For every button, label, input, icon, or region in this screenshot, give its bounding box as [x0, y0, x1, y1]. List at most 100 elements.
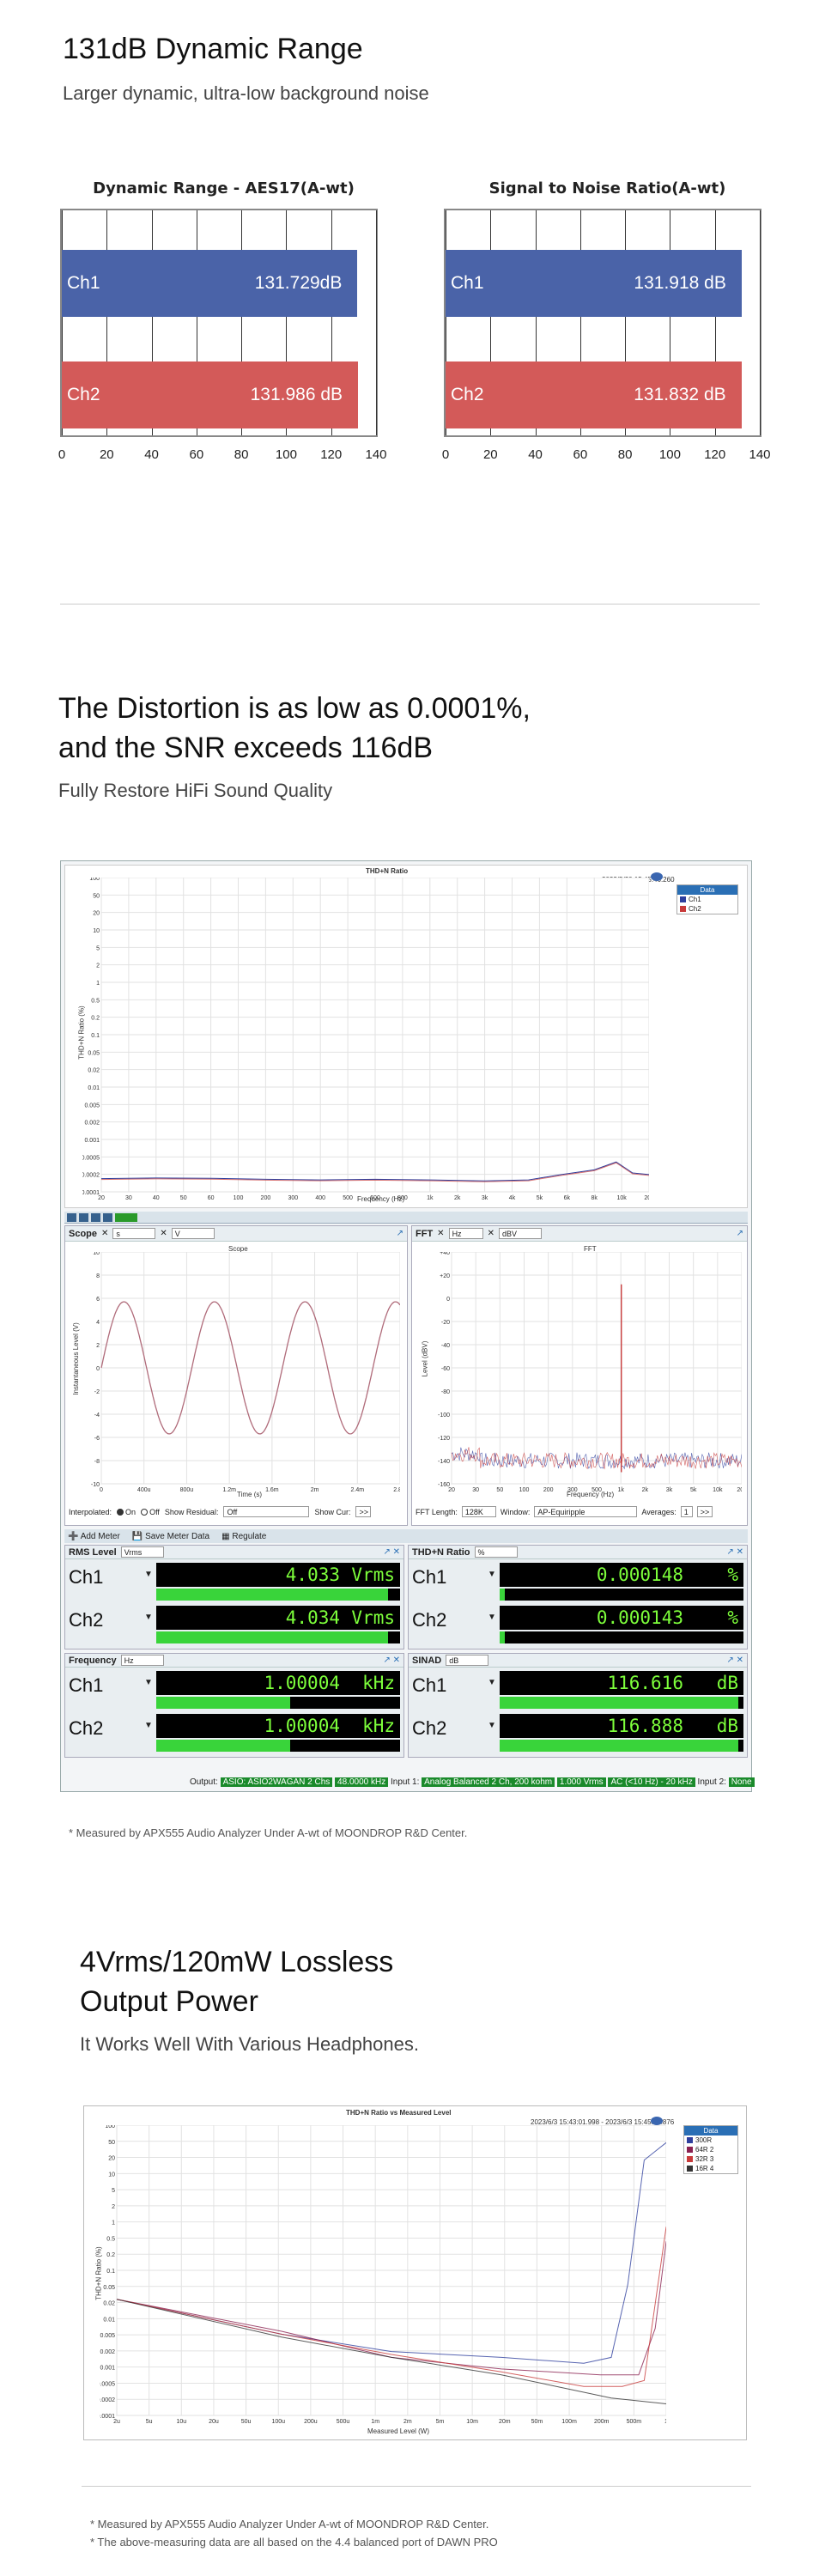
x-tick-label: 2m: [311, 1487, 319, 1492]
close-icon[interactable]: ✕: [101, 1229, 108, 1238]
residual-select[interactable]: Off: [223, 1506, 310, 1517]
meter-window-controls[interactable]: ↗ ✕: [726, 1656, 743, 1665]
x-tick-label: 100: [519, 1487, 530, 1492]
status-input1-range: 1.000 Vrms: [556, 1777, 606, 1787]
close-icon[interactable]: ✕: [488, 1229, 494, 1238]
meter-name: SINAD: [412, 1655, 442, 1666]
y-tick-label: 8: [96, 1273, 100, 1279]
meter-unit: %: [727, 1607, 738, 1628]
interp-on-radio[interactable]: On: [117, 1508, 136, 1516]
meter-value: 1.00004: [264, 1673, 340, 1693]
info-icon[interactable]: [91, 1212, 100, 1222]
y-tick-label: -20: [441, 1320, 450, 1326]
meter-window-controls[interactable]: ↗ ✕: [383, 1656, 400, 1665]
meter-unit-select[interactable]: dB: [446, 1655, 489, 1666]
thdn-title: THD+N Ratio: [366, 867, 409, 875]
residual-label: Show Residual:: [164, 1507, 219, 1516]
section3-subtitle: It Works Well With Various Headphones.: [80, 2033, 419, 2055]
close-icon[interactable]: ✕: [160, 1229, 167, 1238]
x-tick-label: 500m: [627, 2419, 642, 2425]
meter-unit-select[interactable]: %: [474, 1546, 518, 1558]
scope-x-unit[interactable]: s: [112, 1228, 156, 1239]
y-tick-label: 100: [105, 2125, 115, 2129]
meter-window-controls[interactable]: ↗ ✕: [726, 1547, 743, 1557]
divider: [60, 604, 760, 605]
fft-more-button[interactable]: >>: [696, 1506, 713, 1517]
legend-swatch: [687, 2137, 693, 2143]
y-tick-label: 0.002: [100, 2349, 115, 2355]
meter-level-bar: [500, 1631, 743, 1643]
popout-icon[interactable]: ↗: [737, 1229, 743, 1238]
snr-chart: Signal to Noise Ratio(A-wt) Ch1 131.918 d…: [442, 176, 773, 494]
scope-ylabel: Instantaneous Level (V): [71, 1322, 80, 1395]
meter-level-fill: [156, 1697, 291, 1709]
chevron-down-icon[interactable]: ▼: [144, 1678, 153, 1687]
interp-off-radio[interactable]: Off: [141, 1508, 160, 1516]
y-tick-label: 0.0001: [100, 2414, 115, 2420]
x-tick-label: 20k: [737, 1487, 742, 1492]
fft-length-select[interactable]: 128K: [461, 1506, 496, 1517]
section2-subtitle: Fully Restore HiFi Sound Quality: [58, 780, 333, 801]
chevron-down-icon[interactable]: ▼: [144, 1570, 153, 1579]
meter-thd-n-ratio: THD+N Ratio% ↗ ✕ Ch1 ▼ 0.000148% Ch2 ▼ 0.000143…: [408, 1545, 748, 1649]
chevron-down-icon[interactable]: ▼: [144, 1613, 153, 1622]
meter-value: 0.000143: [596, 1607, 683, 1628]
section2-note: * Measured by APX555 Audio Analyzer Unde…: [69, 1826, 468, 1839]
legend-title: Data: [677, 885, 737, 895]
chevron-down-icon[interactable]: ▼: [488, 1613, 496, 1622]
x-tick-label: 2.8m: [393, 1487, 400, 1492]
meter-unit: kHz: [362, 1673, 395, 1693]
show-cur-button[interactable]: >>: [355, 1506, 372, 1517]
x-tick-label: 100: [234, 1195, 244, 1201]
thdn-level-panel: THD+N Ratio vs Measured Level 2023/6/3 1…: [83, 2105, 747, 2440]
add-meter-button[interactable]: ➕ Add Meter: [68, 1532, 120, 1541]
y-tick-label: 10: [93, 928, 100, 934]
y-tick-label: 0.05: [88, 1050, 100, 1056]
meter-unit-select[interactable]: Hz: [120, 1655, 164, 1666]
chevron-down-icon[interactable]: ▼: [144, 1721, 153, 1730]
chevron-down-icon[interactable]: ▼: [488, 1678, 496, 1687]
regulate-button[interactable]: ▦ Regulate: [221, 1532, 266, 1541]
x-tick-label: 1: [664, 2419, 666, 2425]
grid-icon[interactable]: [79, 1212, 88, 1222]
averages-input[interactable]: 1: [680, 1506, 693, 1517]
y-tick-label: 2: [96, 963, 100, 969]
status-input2-value: None: [728, 1777, 755, 1787]
x-tick-label: 60: [189, 447, 204, 462]
chevron-down-icon[interactable]: ▼: [488, 1721, 496, 1730]
x-tick-label: 60: [573, 447, 588, 462]
legend-label: 64R 2: [695, 2146, 714, 2154]
section2-title-line1: The Distortion is as low as 0.0001%,: [58, 692, 531, 725]
meter-window-controls[interactable]: ↗ ✕: [383, 1547, 400, 1557]
close-icon[interactable]: ✕: [437, 1229, 444, 1238]
y-tick-label: 6: [96, 1297, 100, 1303]
window-select[interactable]: AP-Equiripple: [534, 1506, 638, 1517]
bar-value-label: 131.986 dB: [250, 385, 343, 404]
run-toggle[interactable]: [115, 1212, 137, 1222]
section3-note1: * Measured by APX555 Audio Analyzer Unde…: [90, 2518, 489, 2530]
meter-readout: 116.616 dB: [500, 1671, 743, 1695]
x-tick-label: 5k: [690, 1487, 697, 1492]
fft-header: FFT ✕ Hz ✕ dBV ↗: [412, 1226, 747, 1242]
save-meter-button[interactable]: 💾 Save Meter Data: [132, 1532, 209, 1541]
x-tick-label: 40: [153, 1195, 160, 1201]
x-tick-label: 20u: [209, 2419, 219, 2425]
status-rate: 48.0000 kHz: [335, 1777, 389, 1787]
x-tick-label: 50u: [241, 2419, 252, 2425]
chevron-down-icon[interactable]: ▼: [488, 1570, 496, 1579]
meter-unit-select[interactable]: Vrms: [120, 1546, 164, 1558]
popout-icon[interactable]: ↗: [397, 1229, 403, 1238]
ap-logo-icon: [651, 872, 663, 881]
fft-y-unit[interactable]: dBV: [498, 1228, 542, 1239]
layout-icon[interactable]: [67, 1212, 76, 1222]
x-tick-label: 400: [315, 1195, 325, 1201]
scope-y-unit[interactable]: V: [171, 1228, 215, 1239]
scope-xlabel: Time (s): [237, 1491, 263, 1498]
bar-value-label: 131.729dB: [254, 273, 343, 293]
chart-frame: Ch1 131.729dB Ch2 131.986 dB: [60, 209, 378, 437]
edit-icon[interactable]: [103, 1212, 112, 1222]
fft-label: FFT: [416, 1228, 434, 1239]
x-tick-label: 40: [528, 447, 543, 462]
y-tick-label: -6: [94, 1436, 100, 1442]
fft-x-unit[interactable]: Hz: [448, 1228, 483, 1239]
